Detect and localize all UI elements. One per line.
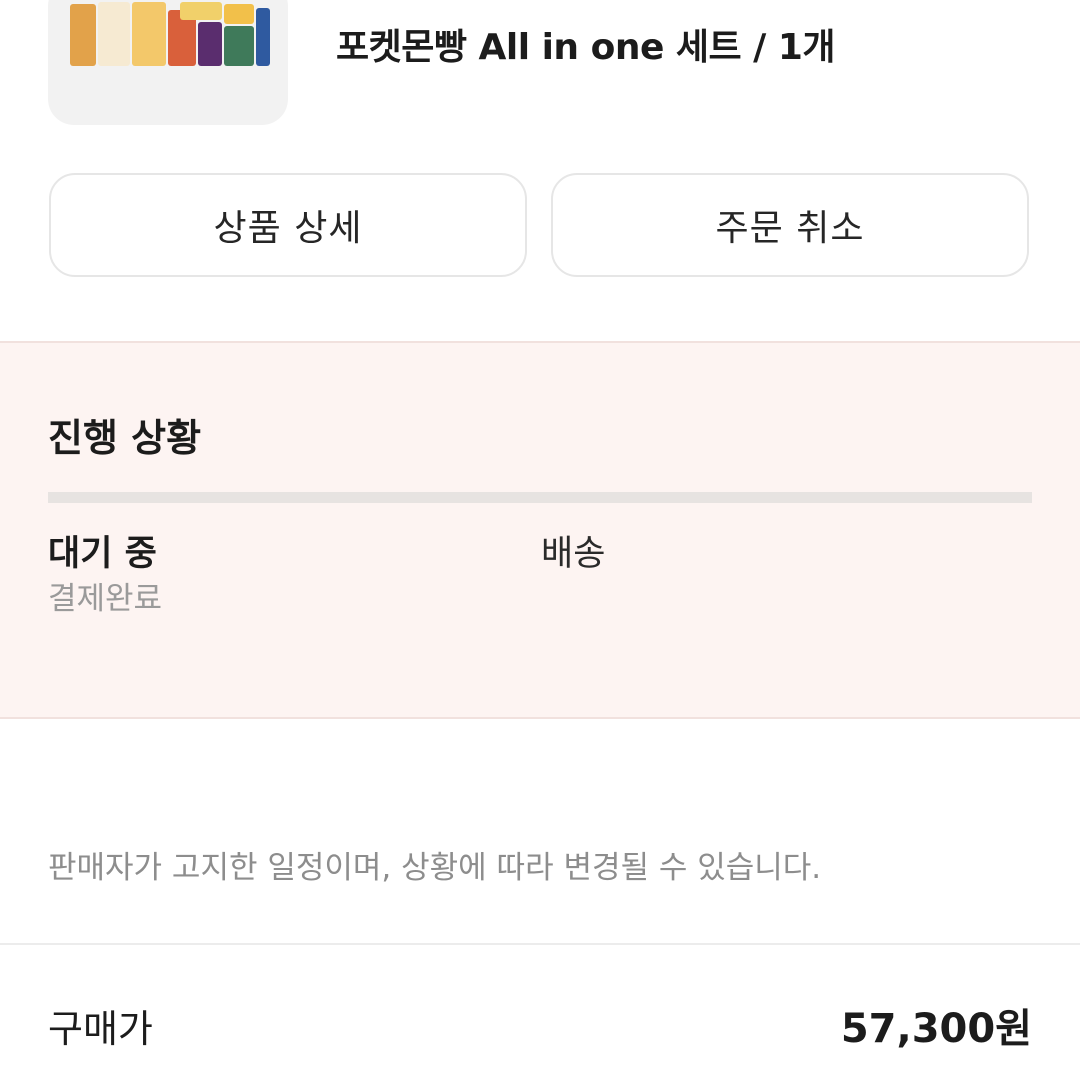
step-waiting-status: 결제완료	[48, 581, 163, 617]
order-detail-page: 포켓몬빵 All in one 세트 / 1개 상품 상세 주문 취소 진행 상…	[0, 0, 1080, 1080]
schedule-notice: 판매자가 고지한 일정이며, 상황에 따라 변경될 수 있습니다.	[48, 850, 822, 886]
step-waiting-label: 대기 중	[48, 534, 157, 574]
step-shipping-label: 배송	[541, 534, 606, 574]
progress-bar	[48, 492, 1032, 503]
progress-heading: 진행 상황	[48, 416, 202, 460]
section-divider	[0, 943, 1080, 945]
product-title: 포켓몬빵 All in one 세트 / 1개	[336, 27, 836, 68]
cancel-order-button[interactable]: 주문 취소	[551, 173, 1029, 277]
product-package-image-icon	[70, 2, 270, 72]
product-detail-button[interactable]: 상품 상세	[49, 173, 527, 277]
purchase-price-value: 57,300원	[840, 1006, 1032, 1052]
progress-section: 진행 상황 대기 중 결제완료 배송	[0, 341, 1080, 719]
product-image[interactable]	[48, 0, 288, 125]
purchase-price-label: 구매가	[48, 1007, 153, 1051]
